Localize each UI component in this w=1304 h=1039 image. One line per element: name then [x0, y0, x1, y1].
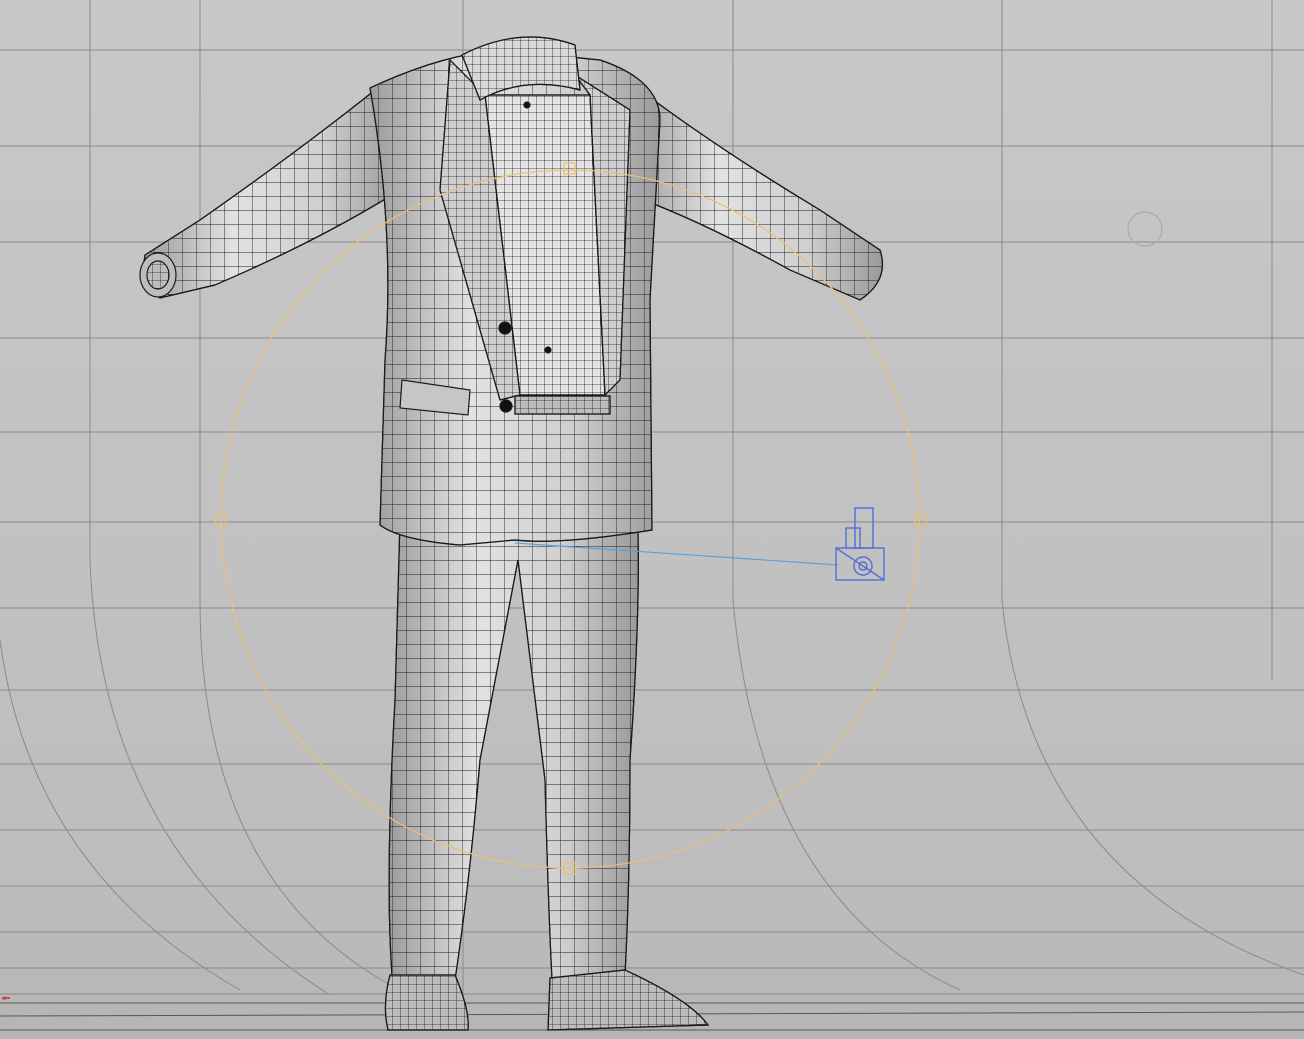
suit-mesh[interactable]: [139, 36, 884, 1031]
svg-text:×: ×: [2, 994, 7, 1003]
gizmo-handle[interactable]: [914, 513, 927, 526]
3d-viewport[interactable]: ×: [0, 0, 1304, 1039]
camera-icon[interactable]: [835, 507, 885, 581]
world-axis-icon: ×: [2, 994, 10, 1003]
jacket-button[interactable]: [498, 321, 512, 335]
jacket-button[interactable]: [499, 399, 513, 413]
ghost-marker-icon: [1127, 211, 1163, 247]
